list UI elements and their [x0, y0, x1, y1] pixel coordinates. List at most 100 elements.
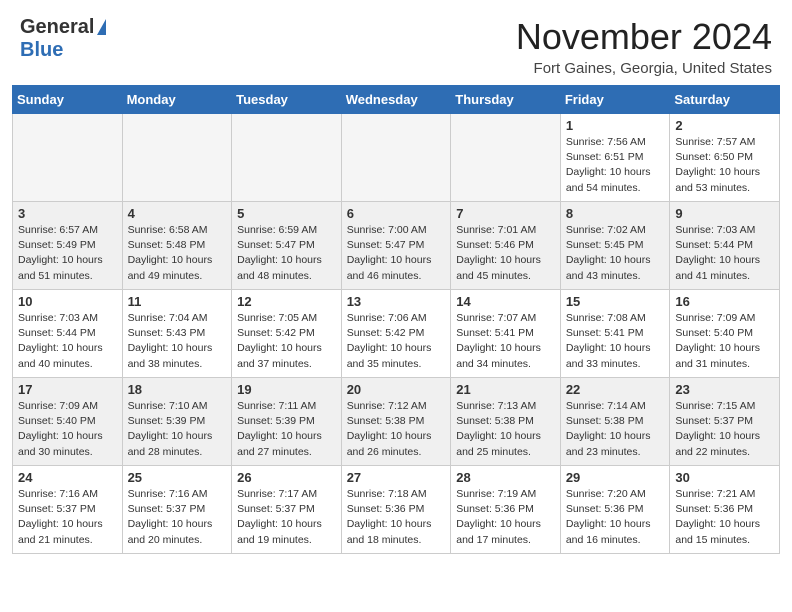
day-number: 14	[456, 294, 555, 309]
calendar-week-row: 3 Sunrise: 6:57 AM Sunset: 5:49 PM Daylig…	[13, 202, 780, 290]
header-thursday: Thursday	[451, 86, 561, 114]
logo: General Blue	[20, 16, 106, 62]
calendar-cell: 14 Sunrise: 7:07 AM Sunset: 5:41 PM Dayli…	[451, 290, 561, 378]
day-number: 5	[237, 206, 336, 221]
calendar-cell: 15Sunrise: 7:08 AM Sunset: 5:41 PM Dayli…	[560, 290, 670, 378]
calendar-cell	[341, 114, 451, 202]
day-number: 30	[675, 470, 774, 485]
calendar-week-row: 17 Sunrise: 7:09 AM Sunset: 5:40 PM Dayli…	[13, 378, 780, 466]
calendar-cell: 19Sunrise: 7:11 AM Sunset: 5:39 PM Dayli…	[232, 378, 342, 466]
day-info: Sunrise: 7:57 AM Sunset: 6:50 PM Dayligh…	[675, 135, 774, 196]
calendar-cell: 21 Sunrise: 7:13 AM Sunset: 5:38 PM Dayli…	[451, 378, 561, 466]
day-info: Sunrise: 7:09 AM Sunset: 5:40 PM Dayligh…	[18, 399, 117, 460]
calendar-cell: 22Sunrise: 7:14 AM Sunset: 5:38 PM Dayli…	[560, 378, 670, 466]
calendar-cell: 1Sunrise: 7:56 AM Sunset: 6:51 PM Daylig…	[560, 114, 670, 202]
day-number: 26	[237, 470, 336, 485]
calendar-cell: 18 Sunrise: 7:10 AM Sunset: 5:39 PM Dayli…	[122, 378, 232, 466]
calendar-week-row: 10 Sunrise: 7:03 AM Sunset: 5:44 PM Dayli…	[13, 290, 780, 378]
day-number: 1	[566, 118, 665, 133]
calendar-cell: 13 Sunrise: 7:06 AM Sunset: 5:42 PM Dayli…	[341, 290, 451, 378]
month-title: November 2024	[516, 16, 772, 58]
day-info: Sunrise: 7:10 AM Sunset: 5:39 PM Dayligh…	[128, 399, 227, 460]
day-info: Sunrise: 7:16 AM Sunset: 5:37 PM Dayligh…	[18, 487, 117, 548]
calendar-cell: 2 Sunrise: 7:57 AM Sunset: 6:50 PM Daylig…	[670, 114, 780, 202]
day-number: 27	[347, 470, 446, 485]
day-number: 6	[347, 206, 446, 221]
calendar-week-row: 1Sunrise: 7:56 AM Sunset: 6:51 PM Daylig…	[13, 114, 780, 202]
day-info: Sunrise: 7:16 AM Sunset: 5:37 PM Dayligh…	[128, 487, 227, 548]
calendar-cell: 26Sunrise: 7:17 AM Sunset: 5:37 PM Dayli…	[232, 466, 342, 554]
day-info: Sunrise: 7:11 AM Sunset: 5:39 PM Dayligh…	[237, 399, 336, 460]
calendar-cell	[122, 114, 232, 202]
calendar-cell: 20 Sunrise: 7:12 AM Sunset: 5:38 PM Dayli…	[341, 378, 451, 466]
day-info: Sunrise: 7:13 AM Sunset: 5:38 PM Dayligh…	[456, 399, 555, 460]
day-number: 16	[675, 294, 774, 309]
calendar-cell: 29 Sunrise: 7:20 AM Sunset: 5:36 PM Dayli…	[560, 466, 670, 554]
day-number: 15	[566, 294, 665, 309]
day-number: 4	[128, 206, 227, 221]
day-number: 24	[18, 470, 117, 485]
calendar-cell: 4 Sunrise: 6:58 AM Sunset: 5:48 PM Daylig…	[122, 202, 232, 290]
day-info: Sunrise: 7:06 AM Sunset: 5:42 PM Dayligh…	[347, 311, 446, 372]
calendar-cell: 6 Sunrise: 7:00 AM Sunset: 5:47 PM Daylig…	[341, 202, 451, 290]
calendar-cell: 8 Sunrise: 7:02 AM Sunset: 5:45 PM Daylig…	[560, 202, 670, 290]
calendar-header-row: Sunday Monday Tuesday Wednesday Thursday…	[13, 86, 780, 114]
day-info: Sunrise: 6:58 AM Sunset: 5:48 PM Dayligh…	[128, 223, 227, 284]
day-info: Sunrise: 7:02 AM Sunset: 5:45 PM Dayligh…	[566, 223, 665, 284]
day-number: 11	[128, 294, 227, 309]
day-info: Sunrise: 7:00 AM Sunset: 5:47 PM Dayligh…	[347, 223, 446, 284]
day-info: Sunrise: 6:57 AM Sunset: 5:49 PM Dayligh…	[18, 223, 117, 284]
calendar-cell: 16 Sunrise: 7:09 AM Sunset: 5:40 PM Dayli…	[670, 290, 780, 378]
header-sunday: Sunday	[13, 86, 123, 114]
day-number: 12	[237, 294, 336, 309]
calendar-cell: 27Sunrise: 7:18 AM Sunset: 5:36 PM Dayli…	[341, 466, 451, 554]
day-number: 28	[456, 470, 555, 485]
day-info: Sunrise: 7:03 AM Sunset: 5:44 PM Dayligh…	[675, 223, 774, 284]
calendar-table: Sunday Monday Tuesday Wednesday Thursday…	[12, 85, 780, 554]
location-title: Fort Gaines, Georgia, United States	[516, 60, 772, 77]
day-number: 10	[18, 294, 117, 309]
logo-blue-text: Blue	[20, 39, 63, 61]
day-number: 2	[675, 118, 774, 133]
day-number: 21	[456, 382, 555, 397]
calendar-cell: 9 Sunrise: 7:03 AM Sunset: 5:44 PM Daylig…	[670, 202, 780, 290]
day-number: 17	[18, 382, 117, 397]
header-friday: Friday	[560, 86, 670, 114]
calendar-cell	[451, 114, 561, 202]
day-number: 3	[18, 206, 117, 221]
calendar-cell: 3 Sunrise: 6:57 AM Sunset: 5:49 PM Daylig…	[13, 202, 123, 290]
page-header: General Blue November 2024 Fort Gaines, …	[0, 0, 792, 85]
day-number: 8	[566, 206, 665, 221]
calendar-cell: 24 Sunrise: 7:16 AM Sunset: 5:37 PM Dayli…	[13, 466, 123, 554]
day-info: Sunrise: 7:07 AM Sunset: 5:41 PM Dayligh…	[456, 311, 555, 372]
day-info: Sunrise: 7:15 AM Sunset: 5:37 PM Dayligh…	[675, 399, 774, 460]
day-number: 13	[347, 294, 446, 309]
header-saturday: Saturday	[670, 86, 780, 114]
calendar-cell	[13, 114, 123, 202]
calendar-cell: 17 Sunrise: 7:09 AM Sunset: 5:40 PM Dayli…	[13, 378, 123, 466]
logo-triangle-icon	[97, 19, 106, 35]
day-info: Sunrise: 7:12 AM Sunset: 5:38 PM Dayligh…	[347, 399, 446, 460]
title-area: November 2024 Fort Gaines, Georgia, Unit…	[516, 16, 772, 77]
calendar-container: Sunday Monday Tuesday Wednesday Thursday…	[0, 85, 792, 566]
calendar-cell: 11 Sunrise: 7:04 AM Sunset: 5:43 PM Dayli…	[122, 290, 232, 378]
day-info: Sunrise: 7:09 AM Sunset: 5:40 PM Dayligh…	[675, 311, 774, 372]
header-wednesday: Wednesday	[341, 86, 451, 114]
day-number: 9	[675, 206, 774, 221]
calendar-cell: 25Sunrise: 7:16 AM Sunset: 5:37 PM Dayli…	[122, 466, 232, 554]
day-number: 29	[566, 470, 665, 485]
day-info: Sunrise: 7:04 AM Sunset: 5:43 PM Dayligh…	[128, 311, 227, 372]
day-info: Sunrise: 7:14 AM Sunset: 5:38 PM Dayligh…	[566, 399, 665, 460]
header-monday: Monday	[122, 86, 232, 114]
logo-general-text: General	[20, 16, 94, 39]
day-info: Sunrise: 7:03 AM Sunset: 5:44 PM Dayligh…	[18, 311, 117, 372]
day-number: 20	[347, 382, 446, 397]
day-info: Sunrise: 7:20 AM Sunset: 5:36 PM Dayligh…	[566, 487, 665, 548]
day-number: 18	[128, 382, 227, 397]
day-number: 7	[456, 206, 555, 221]
day-number: 23	[675, 382, 774, 397]
day-info: Sunrise: 7:19 AM Sunset: 5:36 PM Dayligh…	[456, 487, 555, 548]
calendar-cell: 30Sunrise: 7:21 AM Sunset: 5:36 PM Dayli…	[670, 466, 780, 554]
header-tuesday: Tuesday	[232, 86, 342, 114]
day-info: Sunrise: 7:05 AM Sunset: 5:42 PM Dayligh…	[237, 311, 336, 372]
